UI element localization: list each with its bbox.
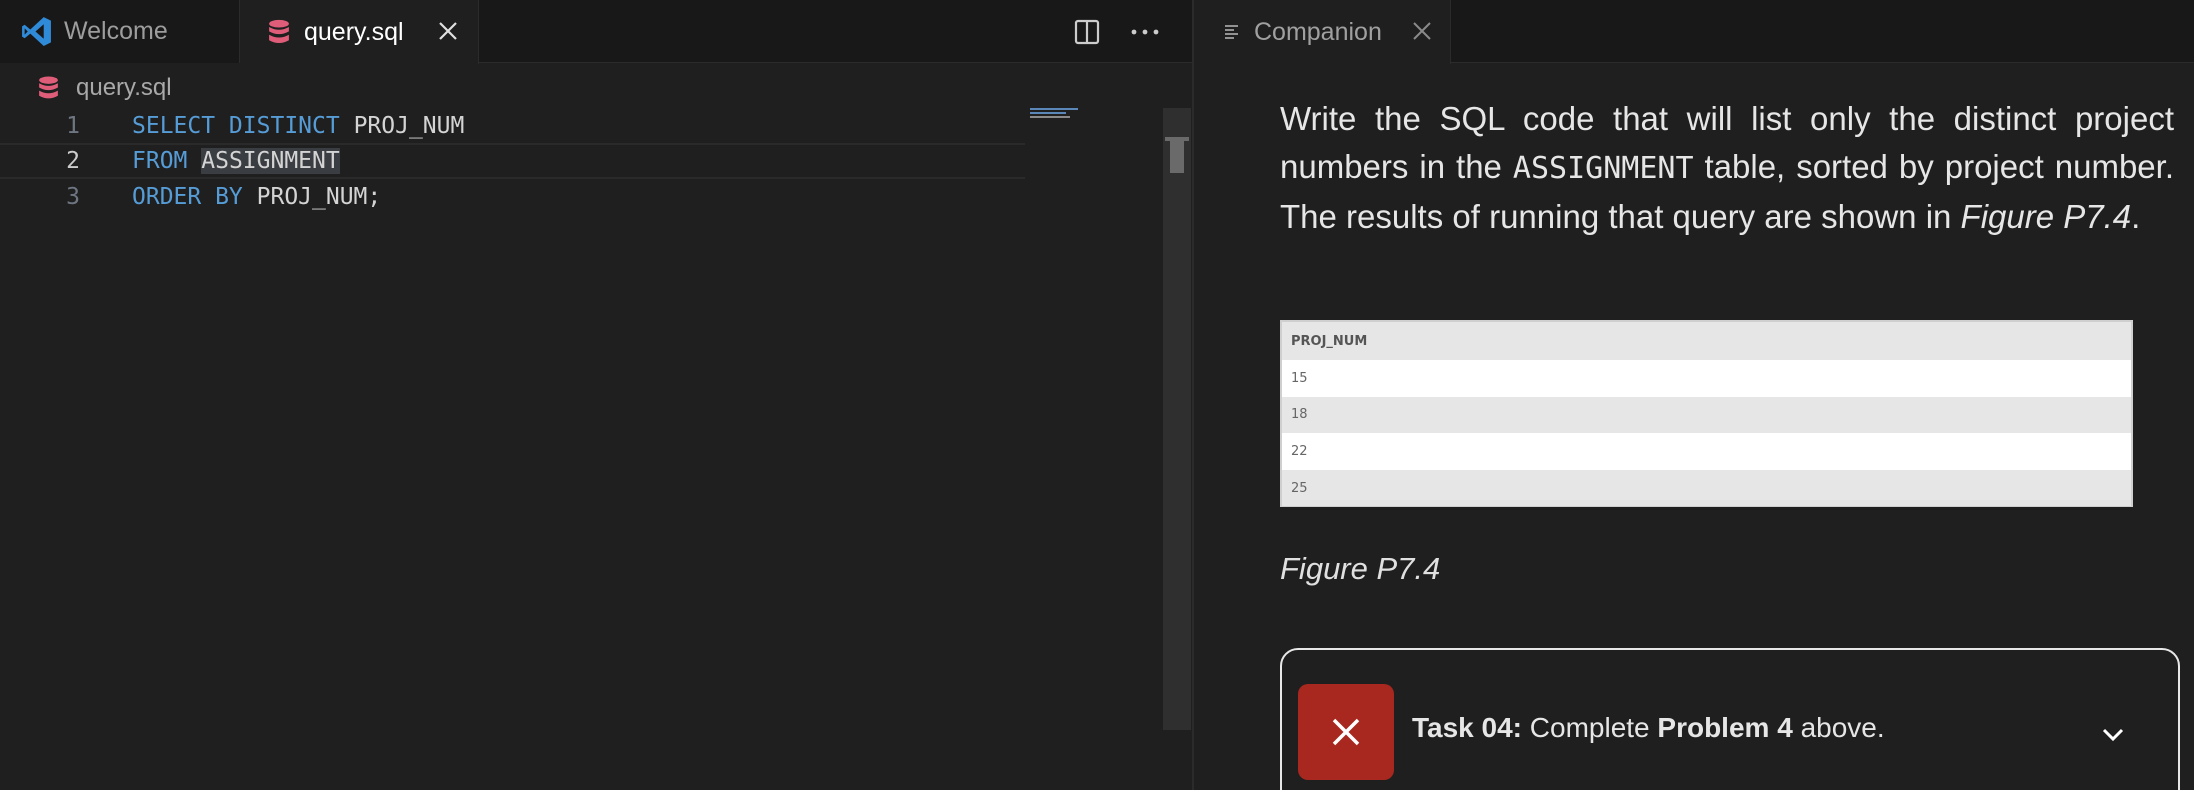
task-prefix: Task 04: [1412,712,1522,743]
x-mark-icon [1332,718,1360,746]
line-number: 1 [66,113,80,139]
task-text: Task 04: Complete Problem 4 above. [1412,712,1885,744]
more-actions-icon[interactable] [1130,17,1160,47]
table-row: 22 [1291,443,1308,459]
tab-query-sql[interactable]: query.sql [240,0,479,64]
chevron-down-icon[interactable] [2098,720,2128,750]
code-text: ORDER BY PROJ_NUM; [132,184,381,210]
scrollbar-thumb[interactable] [1165,137,1189,173]
selection-highlight: ASSIGNMENT [201,148,340,174]
close-icon[interactable] [1410,19,1434,43]
minimap[interactable] [1030,108,1082,122]
table-row: 15 [1291,370,1308,386]
database-icon [269,19,289,43]
problem-description: Write the SQL code that will list only t… [1280,95,2174,241]
task-status-badge [1298,684,1394,780]
tab-companion[interactable]: Companion [1194,0,1451,64]
sql-keyword: FROM [132,148,188,174]
tab-welcome[interactable]: Welcome [0,0,240,63]
figure-caption: Figure P7.4 [1280,551,1441,586]
editor-tab-bar: Welcome query.sql [0,0,1192,64]
preview-lines-icon [1225,25,1238,39]
sql-identifier: PROJ_NUM [339,113,465,139]
companion-panel: Companion Write the SQL code that will l… [1194,0,2194,790]
table-name-code: ASSIGNMENT [1512,151,1694,186]
task-problem: Problem 4 [1657,712,1793,743]
prose-text: . [2131,198,2141,235]
vertical-scrollbar[interactable] [1163,108,1191,730]
sql-identifier: PROJ_NUM; [242,184,382,210]
table-row: 25 [1282,469,2131,507]
tab-label: Companion [1254,17,1382,46]
breadcrumb[interactable]: query.sql [38,72,172,104]
line-number: 3 [66,184,80,210]
code-text: FROM ASSIGNMENT [132,148,340,174]
split-editor-icon[interactable] [1072,17,1102,47]
database-icon [39,76,58,98]
editor-group: Welcome query.sql query.sql 1 SELECT DIS… [0,0,1192,790]
code-text: SELECT DISTINCT PROJ_NUM [132,113,464,139]
task-text-part: above. [1792,712,1885,743]
breadcrumb-file: query.sql [76,74,172,101]
sql-keyword: SELECT DISTINCT [132,113,340,139]
code-line[interactable]: 3 ORDER BY PROJ_NUM; [0,179,1165,215]
code-line[interactable]: 1 SELECT DISTINCT PROJ_NUM [0,108,1165,144]
editor-actions [1072,0,1160,63]
tab-label: query.sql [304,17,404,46]
vscode-logo-icon [22,17,51,46]
table-header: PROJ_NUM [1282,322,2131,360]
close-icon[interactable] [436,19,460,43]
tab-label: Welcome [64,17,168,45]
task-card[interactable]: Task 04: Complete Problem 4 above. [1280,648,2180,790]
line-number: 2 [66,148,80,174]
code-editor[interactable]: 1 SELECT DISTINCT PROJ_NUM 2 FROM ASSIGN… [0,108,1165,790]
sql-keyword: ORDER BY [132,184,243,210]
table-row: 18 [1282,396,2131,434]
code-line-current[interactable]: 2 FROM ASSIGNMENT [0,143,1025,179]
task-text-part: Complete [1522,712,1658,743]
companion-tab-bar: Companion [1194,0,2194,64]
figure-reference: Figure P7.4 [1960,198,2132,235]
result-table-figure: PROJ_NUM 15 18 22 25 [1280,320,2133,507]
